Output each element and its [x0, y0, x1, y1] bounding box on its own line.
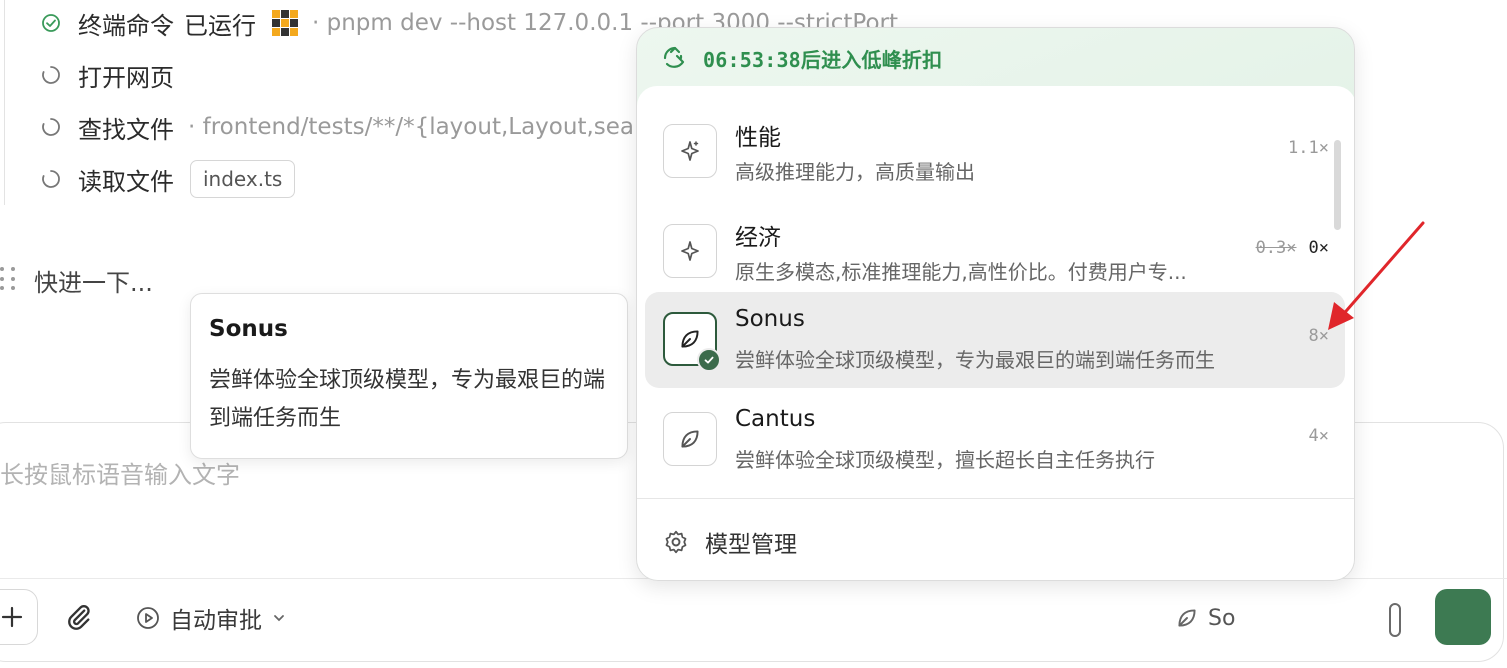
multiplier-value: 4× — [1308, 426, 1329, 446]
model-name: Cantus — [735, 406, 816, 432]
loading-circle-icon — [40, 64, 62, 86]
chevron-down-icon — [274, 615, 284, 622]
sparkle-icon — [663, 124, 717, 178]
scrollbar-thumb[interactable] — [1334, 140, 1341, 230]
plus-icon — [1, 606, 23, 628]
add-button[interactable] — [0, 589, 38, 645]
tooltip-title: Sonus — [209, 316, 288, 342]
task-detail: · frontend/tests/**/*{layout,Layout,sear… — [188, 114, 671, 140]
model-name: Sonus — [735, 306, 805, 332]
task-item-open-page[interactable]: 打开网页 — [40, 55, 174, 95]
model-option-performance[interactable]: 性能 高级推理能力，高质量输出 1.1× — [645, 104, 1345, 200]
model-tooltip: Sonus 尝鲜体验全球顶级模型，专为最艰巨的端到端任务而生 — [190, 293, 628, 459]
task-item-find-files[interactable]: 查找文件 · frontend/tests/**/*{layout,Layout… — [40, 107, 670, 147]
voice-input-button[interactable] — [1389, 603, 1401, 637]
model-list-panel: 性能 高级推理能力，高质量输出 1.1× 经济 原生多模态,标准推理能力,高性价… — [637, 86, 1354, 580]
model-description: 尝鲜体验全球顶级模型，擅长超长自主任务执行 — [735, 448, 1155, 472]
model-name: 经济 — [735, 225, 781, 251]
task-label: 读取文件 — [78, 167, 174, 196]
play-circle-icon — [137, 607, 159, 629]
model-management-label: 模型管理 — [705, 532, 797, 558]
send-button[interactable] — [1435, 589, 1491, 645]
model-name: 性能 — [735, 125, 781, 151]
model-management-item[interactable]: 模型管理 — [663, 524, 797, 560]
task-label: 终端命令 — [78, 11, 174, 40]
model-selector-button[interactable]: So — [1174, 600, 1235, 636]
leaf-icon — [1178, 609, 1196, 627]
label-fade-overlay — [1232, 598, 1372, 640]
loading-circle-icon — [40, 168, 62, 190]
task-label: 打开网页 — [78, 63, 174, 92]
auto-approve-label: 自动审批 — [170, 608, 262, 634]
model-description: 原生多模态,标准推理能力,高性价比。付费用户专... — [735, 260, 1187, 284]
menu-divider — [637, 498, 1354, 499]
sparkle-icon — [663, 224, 717, 278]
task-timeline-rail — [4, 0, 5, 205]
selected-check-icon — [697, 348, 721, 372]
quick-forward-row[interactable]: 快进一下... — [0, 262, 153, 298]
multiplier-original: 0.3× — [1255, 238, 1297, 258]
model-dropdown: 06:53:38后进入低峰折扣 性能 高级推理能力，高质量输出 1.1× 经济 … — [636, 27, 1355, 581]
tooltip-body: 尝鲜体验全球顶级模型，专为最艰巨的端到端任务而生 — [209, 368, 606, 431]
multiplier-value: 1.1× — [1288, 138, 1329, 158]
task-item-read-file[interactable]: 读取文件 index.ts — [40, 159, 296, 199]
task-label: 查找文件 — [78, 115, 174, 144]
model-option-sonus[interactable]: Sonus 尝鲜体验全球顶级模型，专为最艰巨的端到端任务而生 8× — [645, 292, 1345, 388]
model-multiplier: 4× — [1309, 426, 1329, 446]
model-multiplier: 0.3× 0× — [1256, 238, 1329, 258]
quick-forward-text: 快进一下... — [34, 268, 153, 297]
auto-approve-dropdown[interactable]: 自动审批 — [136, 600, 286, 636]
task-status: 已运行 — [184, 11, 256, 40]
model-option-economy[interactable]: 经济 原生多模态,标准推理能力,高性价比。付费用户专... 0.3× 0× — [645, 204, 1345, 300]
discount-countdown: 06:53:38后进入低峰折扣 — [703, 47, 943, 72]
check-circle-icon — [40, 12, 62, 34]
model-description: 尝鲜体验全球顶级模型，专为最艰巨的端到端任务而生 — [735, 348, 1215, 372]
discount-icon — [663, 46, 685, 68]
composer-input[interactable]: 长按鼠标语音输入文字 — [0, 455, 240, 490]
gear-icon — [665, 530, 687, 554]
discount-banner: 06:53:38后进入低峰折扣 — [661, 42, 942, 74]
annotation-arrow-icon — [1328, 221, 1425, 330]
paperclip-icon — [68, 605, 90, 630]
drag-handle-icon[interactable] — [0, 267, 18, 293]
model-option-cantus[interactable]: Cantus 尝鲜体验全球顶级模型，擅长超长自主任务执行 4× — [645, 392, 1345, 488]
model-description: 高级推理能力，高质量输出 — [735, 160, 975, 184]
terminal-app-icon — [272, 10, 298, 36]
file-chip[interactable]: index.ts — [190, 160, 296, 198]
attach-button[interactable] — [62, 600, 96, 634]
model-multiplier: 1.1× — [1288, 138, 1329, 158]
loading-circle-icon — [40, 116, 62, 138]
leaf-icon — [663, 412, 717, 466]
